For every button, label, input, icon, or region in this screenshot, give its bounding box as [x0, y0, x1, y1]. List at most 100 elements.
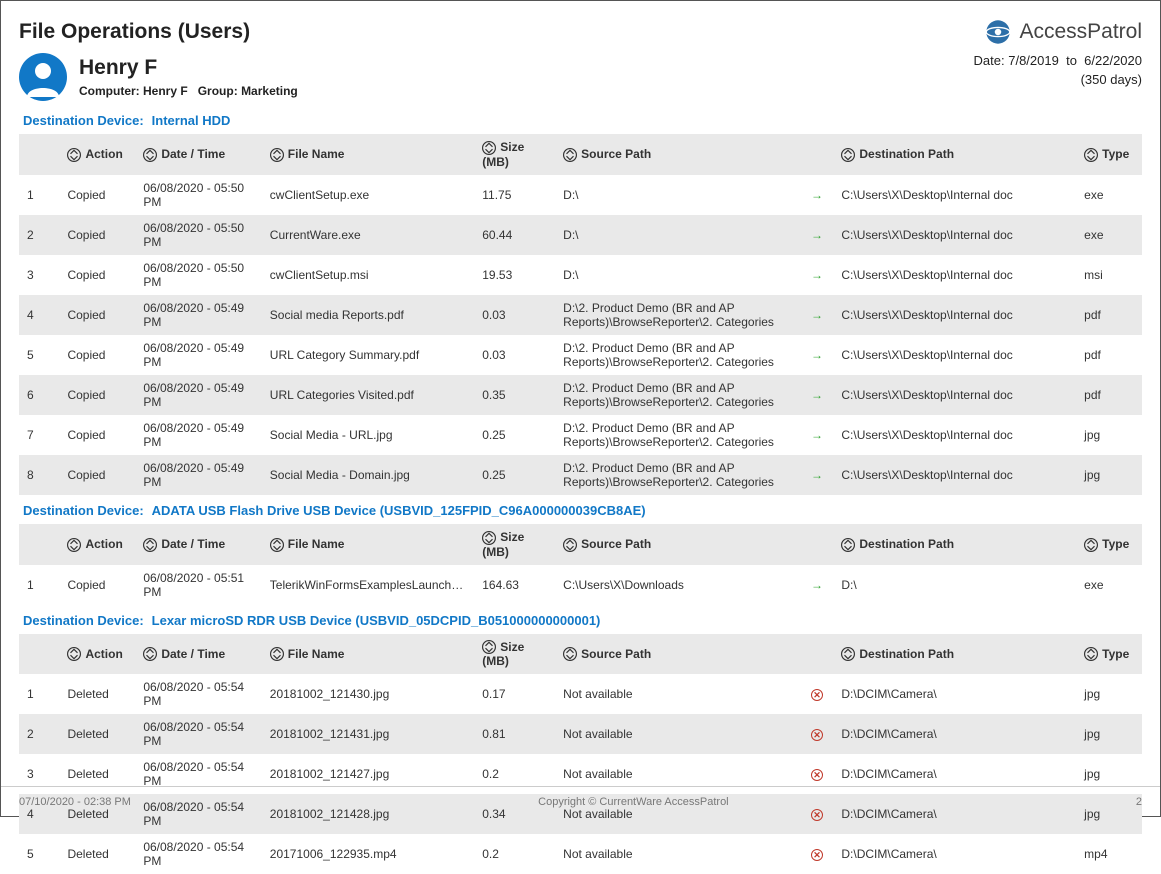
cell-size: 0.03 [474, 295, 555, 335]
col-type[interactable]: Type [1076, 524, 1142, 565]
cell-size: 19.53 [474, 255, 555, 295]
cell-source: D:\ [555, 255, 803, 295]
cell-type: exe [1076, 215, 1142, 255]
table-row: 5 Copied 06/08/2020 - 05:49 PM URL Categ… [19, 335, 1142, 375]
sort-icon [563, 647, 577, 661]
col-dest[interactable]: Destination Path [833, 634, 1076, 675]
cell-source: D:\2. Product Demo (BR and AP Reports)\B… [555, 415, 803, 455]
cell-datetime: 06/08/2020 - 05:50 PM [135, 175, 261, 215]
cell-dest: D:\DCIM\Camera\ [833, 834, 1076, 874]
sort-icon [841, 148, 855, 162]
col-action[interactable]: Action [59, 134, 135, 175]
col-dest[interactable]: Destination Path [833, 524, 1076, 565]
cell-dest: C:\Users\X\Desktop\Internal doc [833, 175, 1076, 215]
cell-size: 0.25 [474, 455, 555, 495]
cell-action: Copied [59, 255, 135, 295]
col-datetime[interactable]: Date / Time [135, 134, 261, 175]
arrow-right-icon: → [811, 268, 823, 282]
col-source[interactable]: Source Path [555, 634, 803, 675]
arrow-right-icon: → [811, 308, 823, 322]
table-row: 1 Copied 06/08/2020 - 05:50 PM cwClientS… [19, 175, 1142, 215]
col-action[interactable]: Action [59, 524, 135, 565]
sort-icon [143, 148, 157, 162]
cell-datetime: 06/08/2020 - 05:49 PM [135, 295, 261, 335]
footer: 07/10/2020 - 02:38 PM Copyright © Curren… [1, 786, 1160, 816]
col-source[interactable]: Source Path [555, 524, 803, 565]
col-type[interactable]: Type [1076, 134, 1142, 175]
cell-size: 0.81 [474, 714, 555, 754]
cell-op: → [803, 295, 833, 335]
cell-dest: C:\Users\X\Desktop\Internal doc [833, 455, 1076, 495]
col-filename[interactable]: File Name [262, 524, 474, 565]
cell-action: Deleted [59, 714, 135, 754]
device-name: Lexar microSD RDR USB Device (USBVID_05D… [152, 613, 601, 628]
col-datetime[interactable]: Date / Time [135, 634, 261, 675]
col-dest[interactable]: Destination Path [833, 134, 1076, 175]
col-action[interactable]: Action [59, 634, 135, 675]
cell-datetime: 06/08/2020 - 05:54 PM [135, 834, 261, 874]
cell-index: 1 [19, 674, 59, 714]
cell-source: Not available [555, 714, 803, 754]
cell-type: jpg [1076, 714, 1142, 754]
col-source[interactable]: Source Path [555, 134, 803, 175]
col-filename[interactable]: File Name [262, 134, 474, 175]
cell-type: pdf [1076, 335, 1142, 375]
col-op [803, 524, 833, 565]
cell-op: → [803, 215, 833, 255]
cell-filename: Social Media - URL.jpg [262, 415, 474, 455]
footer-copyright: Copyright © CurrentWare AccessPatrol [538, 796, 729, 808]
cell-action: Deleted [59, 834, 135, 874]
col-datetime[interactable]: Date / Time [135, 524, 261, 565]
table-row: 2 Copied 06/08/2020 - 05:50 PM CurrentWa… [19, 215, 1142, 255]
cell-datetime: 06/08/2020 - 05:54 PM [135, 714, 261, 754]
cell-action: Copied [59, 415, 135, 455]
arrow-right-icon: → [811, 388, 823, 402]
table-row: 3 Copied 06/08/2020 - 05:50 PM cwClientS… [19, 255, 1142, 295]
col-size[interactable]: Size (MB) [474, 134, 555, 175]
user-block: Henry F Computer: Henry F Group: Marketi… [19, 53, 1142, 101]
sort-icon [563, 148, 577, 162]
cell-dest: D:\DCIM\Camera\ [833, 674, 1076, 714]
col-type[interactable]: Type [1076, 634, 1142, 675]
col-size[interactable]: Size (MB) [474, 634, 555, 675]
cell-dest: C:\Users\X\Desktop\Internal doc [833, 415, 1076, 455]
cell-dest: C:\Users\X\Desktop\Internal doc [833, 375, 1076, 415]
cell-type: jpg [1076, 415, 1142, 455]
sort-icon [841, 647, 855, 661]
cell-dest: C:\Users\X\Desktop\Internal doc [833, 335, 1076, 375]
cell-datetime: 06/08/2020 - 05:49 PM [135, 415, 261, 455]
cell-index: 1 [19, 175, 59, 215]
cell-index: 5 [19, 335, 59, 375]
title-bar: File Operations (Users) AccessPatrol [19, 19, 1142, 45]
cell-filename: 20181002_121430.jpg [262, 674, 474, 714]
cell-source: D:\ [555, 175, 803, 215]
col-filename[interactable]: File Name [262, 634, 474, 675]
cell-action: Copied [59, 375, 135, 415]
footer-page-number: 2 [1136, 796, 1142, 808]
cell-filename: cwClientSetup.exe [262, 175, 474, 215]
cell-type: pdf [1076, 295, 1142, 335]
brand-name: AccessPatrol [1019, 20, 1142, 44]
user-name: Henry F [79, 56, 298, 79]
cell-filename: 20171006_122935.mp4 [262, 834, 474, 874]
cell-type: mp4 [1076, 834, 1142, 874]
col-size[interactable]: Size (MB) [474, 524, 555, 565]
sort-icon [482, 141, 496, 155]
cell-index: 2 [19, 714, 59, 754]
cell-type: jpg [1076, 455, 1142, 495]
cell-op: ✕ [803, 674, 833, 714]
file-operations-table: Action Date / Time File Name Size (MB) S… [19, 524, 1142, 605]
cell-index: 7 [19, 415, 59, 455]
col-index [19, 524, 59, 565]
arrow-right-icon: → [811, 228, 823, 242]
cell-op: ✕ [803, 714, 833, 754]
table-row: 1 Deleted 06/08/2020 - 05:54 PM 20181002… [19, 674, 1142, 714]
delete-icon: ✕ [811, 689, 823, 701]
cell-index: 4 [19, 295, 59, 335]
table-row: 5 Deleted 06/08/2020 - 05:54 PM 20171006… [19, 834, 1142, 874]
cell-op: → [803, 455, 833, 495]
col-op [803, 134, 833, 175]
arrow-right-icon: → [811, 348, 823, 362]
cell-type: pdf [1076, 375, 1142, 415]
cell-datetime: 06/08/2020 - 05:49 PM [135, 375, 261, 415]
